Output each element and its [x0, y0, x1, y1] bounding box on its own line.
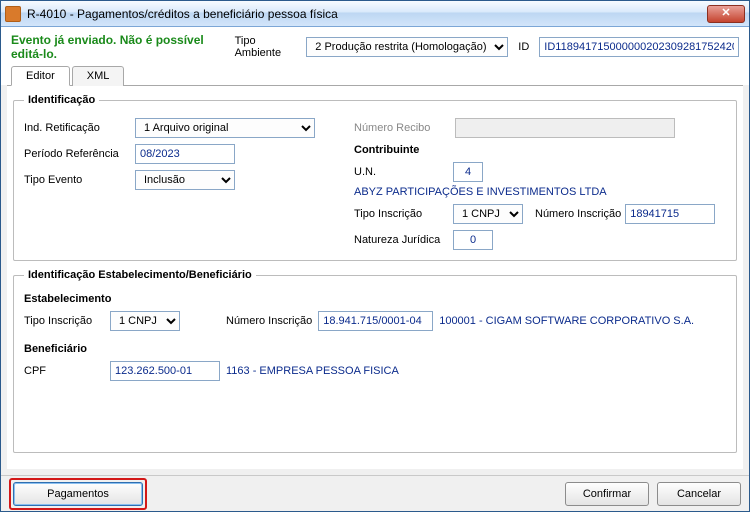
- tab-xml[interactable]: XML: [72, 66, 125, 86]
- estab-numero-inscricao-field[interactable]: [318, 311, 433, 331]
- tipo-evento-select[interactable]: Inclusão: [135, 170, 235, 190]
- periodo-referencia-field[interactable]: [135, 144, 235, 164]
- contribuinte-header: Contribuinte: [354, 144, 726, 156]
- top-strip: Evento já enviado. Não é possível editá-…: [1, 27, 749, 85]
- un-field[interactable]: [453, 162, 483, 182]
- estab-numero-inscricao-label: Número Inscrição: [226, 315, 312, 327]
- close-icon: ✕: [721, 7, 730, 19]
- cpf-label: CPF: [24, 365, 104, 377]
- numero-inscricao-field[interactable]: [625, 204, 715, 224]
- footer-bar: Pagamentos Confirmar Cancelar: [1, 475, 749, 511]
- editor-panel: Identificação Ind. Retificação 1 Arquivo…: [7, 85, 743, 469]
- tipo-inscricao-select[interactable]: 1 CNPJ: [453, 204, 523, 224]
- un-desc: ABYZ PARTICIPAÇÕES E INVESTIMENTOS LTDA: [354, 186, 607, 198]
- fieldset-estab-benef: Identificação Estabelecimento/Beneficiár…: [13, 269, 737, 453]
- cpf-desc: 1163 - EMPRESA PESSOA FISICA: [226, 365, 399, 377]
- pagamentos-highlight: Pagamentos: [9, 478, 147, 510]
- estab-tipo-inscricao-select[interactable]: 1 CNPJ: [110, 311, 180, 331]
- natureza-juridica-label: Natureza Jurídica: [354, 234, 449, 246]
- cpf-field[interactable]: [110, 361, 220, 381]
- estabelecimento-header: Estabelecimento: [24, 293, 726, 305]
- numero-recibo-label: Número Recibo: [354, 122, 449, 134]
- estab-tipo-inscricao-label: Tipo Inscrição: [24, 315, 104, 327]
- ind-retificacao-label: Ind. Retificação: [24, 122, 129, 134]
- tipo-ambiente-select[interactable]: 2 Produção restrita (Homologação): [306, 37, 508, 57]
- window-title: R-4010 - Pagamentos/créditos a beneficiá…: [27, 7, 707, 21]
- periodo-referencia-label: Período Referência: [24, 148, 129, 160]
- tabs: Editor XML: [11, 66, 739, 86]
- tipo-evento-label: Tipo Evento: [24, 174, 129, 186]
- window-frame: R-4010 - Pagamentos/créditos a beneficiá…: [0, 0, 750, 512]
- ind-retificacao-select[interactable]: 1 Arquivo original: [135, 118, 315, 138]
- id-label: ID: [518, 41, 529, 53]
- id-field[interactable]: [539, 37, 739, 57]
- estab-numero-inscricao-desc: 100001 - CIGAM SOFTWARE CORPORATIVO S.A.: [439, 315, 694, 327]
- numero-recibo-field: [455, 118, 675, 138]
- app-icon: [5, 6, 21, 22]
- beneficiario-header: Beneficiário: [24, 343, 726, 355]
- fieldset-identificacao: Identificação Ind. Retificação 1 Arquivo…: [13, 94, 737, 261]
- legend-identificacao: Identificação: [24, 94, 99, 106]
- legend-estab-benef: Identificação Estabelecimento/Beneficiár…: [24, 269, 256, 281]
- numero-inscricao-label: Número Inscrição: [535, 208, 621, 220]
- cancelar-button[interactable]: Cancelar: [657, 482, 741, 506]
- un-label: U.N.: [354, 166, 449, 178]
- confirmar-button[interactable]: Confirmar: [565, 482, 649, 506]
- status-message: Evento já enviado. Não é possível editá-…: [11, 33, 225, 61]
- tipo-inscricao-label: Tipo Inscrição: [354, 208, 449, 220]
- close-button[interactable]: ✕: [707, 5, 745, 23]
- tipo-ambiente-label: Tipo Ambiente: [235, 35, 297, 59]
- pagamentos-button[interactable]: Pagamentos: [13, 482, 143, 506]
- tab-editor[interactable]: Editor: [11, 66, 70, 86]
- natureza-juridica-field[interactable]: [453, 230, 493, 250]
- titlebar: R-4010 - Pagamentos/créditos a beneficiá…: [1, 1, 749, 27]
